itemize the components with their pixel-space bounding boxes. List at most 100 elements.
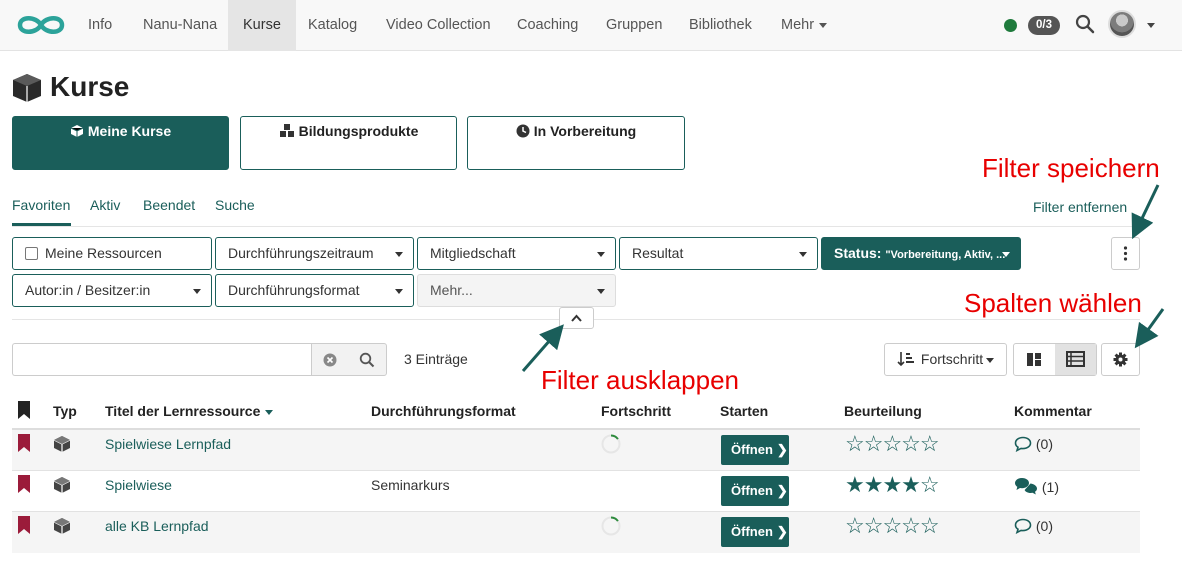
column-header-typ[interactable]: Typ xyxy=(53,403,77,419)
chevron-down-icon xyxy=(395,252,403,257)
cube-icon xyxy=(13,74,41,102)
filter-durchfuehrungsformat[interactable]: Durchführungsformat xyxy=(215,274,414,307)
chevron-down-icon xyxy=(597,252,605,257)
clear-icon[interactable] xyxy=(322,352,338,368)
gear-icon xyxy=(1113,352,1128,367)
rating-stars[interactable]: ☆☆☆☆☆ xyxy=(845,515,940,537)
column-header-titel[interactable]: Titel der Lernressource xyxy=(105,403,274,419)
filter-resultat[interactable]: Resultat xyxy=(619,237,818,270)
nav-nanu-nana[interactable]: Nanu-Nana xyxy=(128,0,232,51)
column-header-fortschritt[interactable]: Fortschritt xyxy=(601,403,671,419)
arrow-to-filter-options xyxy=(1131,184,1160,240)
chevron-right-icon: ❯ xyxy=(776,442,788,457)
card-view-button[interactable] xyxy=(1014,344,1055,375)
chevron-down-icon xyxy=(819,22,828,28)
filter-autor-besitzer[interactable]: Autor:in / Besitzer:in xyxy=(12,274,212,307)
chevron-down-icon xyxy=(1002,252,1010,257)
filter-status[interactable]: Status: "Vorbereitung, Aktiv, ... xyxy=(821,237,1021,270)
course-title-link[interactable]: Spielwiese Lernpfad xyxy=(105,436,231,452)
comments-link[interactable]: (1) xyxy=(1014,477,1059,495)
cubes-icon xyxy=(279,124,294,137)
divider xyxy=(12,226,1140,227)
avatar[interactable] xyxy=(1108,10,1136,38)
open-button-label: Öffnen xyxy=(731,442,773,457)
comments-link[interactable]: (0) xyxy=(1014,518,1053,535)
search-input[interactable] xyxy=(12,343,312,376)
filter-resultat-label: Resultat xyxy=(632,245,684,261)
filter-durchfuehrungszeitraum[interactable]: Durchführungszeitraum xyxy=(215,237,414,270)
filter-autor-besitzer-label: Autor:in / Besitzer:in xyxy=(25,282,151,298)
filter-options-button[interactable] xyxy=(1111,237,1140,270)
clock-icon xyxy=(516,124,530,138)
logo-infinity-icon[interactable] xyxy=(14,10,68,40)
nav-video-collection[interactable]: Video Collection xyxy=(371,0,506,51)
subtab-aktiv[interactable]: Aktiv xyxy=(90,197,120,213)
filter-mitgliedschaft-label: Mitgliedschaft xyxy=(430,245,516,261)
bookmark-icon[interactable] xyxy=(17,516,31,535)
table-view-button[interactable] xyxy=(1055,344,1096,375)
table-row xyxy=(12,471,1140,512)
column-header-titel-label: Titel der Lernressource xyxy=(105,403,261,419)
chevron-up-icon xyxy=(571,314,582,322)
tab-meine-kurse[interactable]: Meine Kurse xyxy=(12,116,229,170)
column-header-beurteilung[interactable]: Beurteilung xyxy=(844,403,922,419)
comment-icon xyxy=(1014,436,1032,453)
nav-bibliothek[interactable]: Bibliothek xyxy=(674,0,767,51)
filter-meine-ressourcen-label: Meine Ressourcen xyxy=(45,245,162,261)
filter-remove-link[interactable]: Filter entfernen xyxy=(1033,199,1127,215)
cube-icon xyxy=(53,518,71,534)
open-button[interactable]: Öffnen ❯ xyxy=(721,476,789,506)
tab-bildungsprodukte[interactable]: Bildungsprodukte xyxy=(240,116,457,170)
page-title: Kurse xyxy=(50,71,130,102)
course-title-link[interactable]: Spielwiese xyxy=(105,477,172,493)
column-header-kommentar[interactable]: Kommentar xyxy=(1014,403,1092,419)
chevron-down-icon[interactable] xyxy=(1147,23,1155,28)
filter-status-label: Status: xyxy=(834,245,882,261)
search-icon[interactable] xyxy=(1075,14,1095,34)
checkbox[interactable] xyxy=(25,247,38,260)
subtab-favoriten[interactable]: Favoriten xyxy=(12,197,70,213)
comments-count: (0) xyxy=(1035,436,1054,452)
column-settings-button[interactable] xyxy=(1101,343,1140,376)
search-icon[interactable] xyxy=(359,352,375,368)
rating-stars[interactable]: ☆☆☆☆☆ xyxy=(845,433,940,455)
nav-mehr-label: Mehr xyxy=(781,17,815,33)
bookmark-icon xyxy=(18,401,30,419)
course-title-link[interactable]: alle KB Lernpfad xyxy=(105,518,209,534)
sort-amount-icon xyxy=(897,352,914,367)
annotation-choose-columns: Spalten wählen xyxy=(964,288,1142,318)
sort-button[interactable]: Fortschritt xyxy=(884,343,1007,376)
bookmark-icon[interactable] xyxy=(17,475,31,494)
subtab-beendet[interactable]: Beendet xyxy=(143,197,195,213)
annotation-save-filter: Filter speichern xyxy=(982,153,1160,183)
sort-button-label: Fortschritt xyxy=(920,351,984,367)
nav-mehr[interactable]: Mehr xyxy=(766,0,842,51)
online-status-icon xyxy=(1004,19,1017,32)
filter-mehr[interactable]: Mehr... xyxy=(417,274,616,307)
open-button[interactable]: Öffnen ❯ xyxy=(721,435,789,465)
filter-durchfuehrungszeitraum-label: Durchführungszeitraum xyxy=(228,245,374,261)
notification-badge[interactable]: 0/3 xyxy=(1028,16,1060,35)
open-button[interactable]: Öffnen ❯ xyxy=(721,517,789,547)
nav-info[interactable]: Info xyxy=(73,0,127,51)
nav-katalog[interactable]: Katalog xyxy=(293,0,372,51)
chevron-down-icon xyxy=(597,289,605,294)
bookmark-icon[interactable] xyxy=(17,434,31,453)
annotation-expand-filter: Filter ausklappen xyxy=(541,365,739,395)
comments-icon xyxy=(1015,478,1037,495)
course-format: Seminarkurs xyxy=(371,477,450,493)
nav-kurse[interactable]: Kurse xyxy=(228,0,296,51)
chevron-down-icon xyxy=(193,289,201,294)
tab-in-vorbereitung[interactable]: In Vorbereitung xyxy=(467,116,685,170)
progress-ring xyxy=(601,516,621,536)
subtab-suche[interactable]: Suche xyxy=(215,197,255,213)
collapse-filter-button[interactable] xyxy=(559,307,594,329)
rating-stars[interactable]: ★★★★☆ xyxy=(845,474,940,496)
filter-mitgliedschaft[interactable]: Mitgliedschaft xyxy=(417,237,616,270)
filter-meine-ressourcen[interactable]: Meine Ressourcen xyxy=(12,237,212,270)
nav-coaching[interactable]: Coaching xyxy=(502,0,593,51)
nav-gruppen[interactable]: Gruppen xyxy=(591,0,677,51)
column-header-format[interactable]: Durchführungsformat xyxy=(371,403,516,419)
comments-link[interactable]: (0) xyxy=(1014,436,1054,453)
chevron-down-icon xyxy=(986,357,995,363)
